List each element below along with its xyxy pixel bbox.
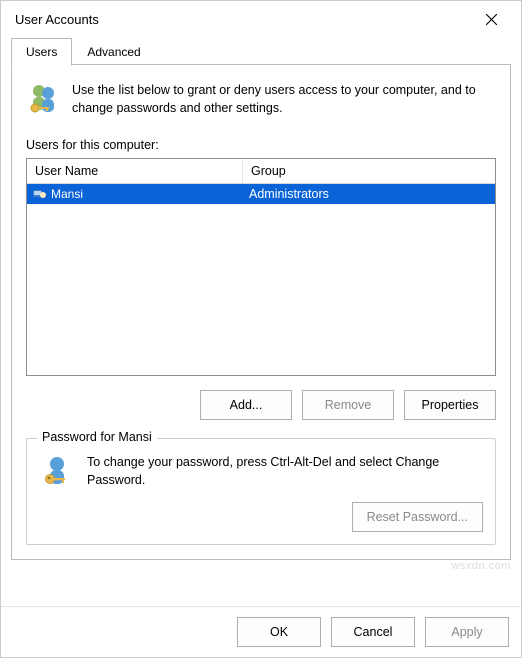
row-group: Administrators bbox=[243, 187, 495, 201]
list-header: User Name Group bbox=[27, 159, 495, 184]
users-list[interactable]: User Name Group Mansi Administrators bbox=[26, 158, 496, 376]
password-key-icon bbox=[39, 453, 75, 492]
watermark: wsxdn.com bbox=[451, 560, 511, 572]
reset-password-button: Reset Password... bbox=[352, 502, 483, 532]
window-title: User Accounts bbox=[15, 12, 469, 27]
tab-bar: Users Advanced bbox=[1, 37, 521, 65]
apply-button: Apply bbox=[425, 617, 509, 647]
dialog-buttons: OK Cancel Apply bbox=[1, 606, 521, 657]
intro-text: Use the list below to grant or deny user… bbox=[72, 81, 496, 120]
row-user-name: Mansi bbox=[51, 187, 83, 201]
user-accounts-dialog: User Accounts Users Advanced Use th bbox=[0, 0, 522, 658]
add-button[interactable]: Add... bbox=[200, 390, 292, 420]
titlebar: User Accounts bbox=[1, 1, 521, 37]
users-keys-icon bbox=[26, 81, 62, 120]
user-row-icon bbox=[33, 188, 47, 200]
list-row[interactable]: Mansi Administrators bbox=[27, 184, 495, 204]
intro-row: Use the list below to grant or deny user… bbox=[26, 81, 496, 120]
cancel-button[interactable]: Cancel bbox=[331, 617, 415, 647]
tab-users[interactable]: Users bbox=[11, 38, 72, 66]
column-user-name[interactable]: User Name bbox=[27, 159, 243, 183]
password-legend: Password for Mansi bbox=[37, 430, 157, 444]
close-icon bbox=[486, 14, 497, 25]
password-text: To change your password, press Ctrl-Alt-… bbox=[87, 453, 483, 489]
ok-button[interactable]: OK bbox=[237, 617, 321, 647]
users-list-label: Users for this computer: bbox=[26, 138, 496, 152]
password-groupbox: Password for Mansi To change your passwo… bbox=[26, 438, 496, 545]
close-button[interactable] bbox=[469, 3, 513, 35]
column-group[interactable]: Group bbox=[243, 159, 495, 183]
properties-button[interactable]: Properties bbox=[404, 390, 496, 420]
tab-panel-users: Use the list below to grant or deny user… bbox=[11, 65, 511, 560]
user-buttons-row: Add... Remove Properties bbox=[26, 376, 496, 438]
remove-button: Remove bbox=[302, 390, 394, 420]
tab-advanced[interactable]: Advanced bbox=[72, 38, 155, 66]
